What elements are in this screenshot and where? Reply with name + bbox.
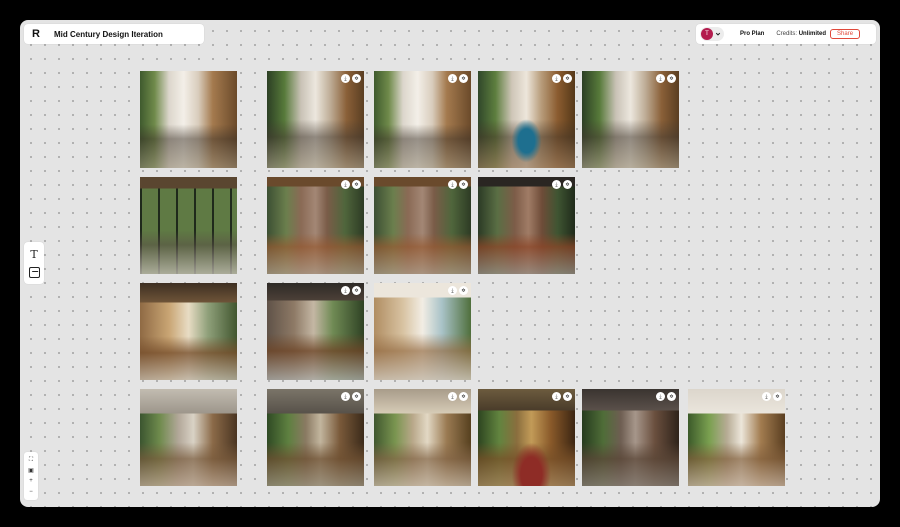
interior-render (140, 283, 237, 380)
interior-render (267, 177, 364, 274)
source-image-1[interactable] (140, 71, 237, 168)
fit-view-icon[interactable]: ⛶ (29, 457, 33, 463)
remix-icon[interactable]: ✲ (459, 180, 468, 189)
remix-icon[interactable]: ✲ (459, 74, 468, 83)
account-bar: T Pro Plan Credits: Unlimited Share (696, 24, 876, 44)
download-icon[interactable]: ⤓ (341, 286, 350, 295)
remix-icon[interactable]: ✲ (352, 74, 361, 83)
interior-render (140, 177, 237, 274)
download-icon[interactable]: ⤓ (552, 180, 561, 189)
generated-image[interactable]: ⤓ ✲ (688, 389, 785, 486)
download-icon[interactable]: ⤓ (448, 392, 457, 401)
interior-render (688, 389, 785, 486)
share-button[interactable]: Share (830, 29, 861, 39)
generated-image[interactable]: ⤓ ✲ (374, 283, 471, 380)
generated-image[interactable]: ⤓ ✲ (374, 71, 471, 168)
app-logo[interactable]: R (32, 28, 48, 40)
image-actions: ⤓ ✲ (448, 286, 468, 295)
tool-palette: T (24, 242, 44, 284)
remix-icon[interactable]: ✲ (352, 180, 361, 189)
canvas[interactable]: R Mid Century Design Iteration T Pro Pla… (20, 20, 880, 507)
image-actions: ⤓ ✲ (552, 74, 572, 83)
generated-image[interactable]: ⤓ ✲ (267, 389, 364, 486)
image-actions: ⤓ ✲ (341, 180, 361, 189)
interior-render (374, 177, 471, 274)
generated-image[interactable]: ⤓ ✲ (267, 177, 364, 274)
image-actions: ⤓ ✲ (341, 286, 361, 295)
text-tool-icon[interactable]: T (30, 248, 37, 261)
interior-render (478, 71, 575, 168)
remix-icon[interactable]: ✲ (773, 392, 782, 401)
remix-icon[interactable]: ✲ (667, 392, 676, 401)
interior-render (478, 177, 575, 274)
interior-render (374, 389, 471, 486)
image-actions: ⤓ ✲ (448, 74, 468, 83)
generated-image[interactable]: ⤓ ✲ (582, 389, 679, 486)
generated-image[interactable]: ⤓ ✲ (478, 389, 575, 486)
download-icon[interactable]: ⤓ (341, 74, 350, 83)
download-icon[interactable]: ⤓ (552, 74, 561, 83)
zoom-controls: ⛶ ▣ + − (24, 452, 38, 500)
generated-image[interactable]: ⤓ ✲ (267, 71, 364, 168)
project-title[interactable]: Mid Century Design Iteration (54, 30, 163, 39)
interior-render (267, 71, 364, 168)
image-tool-icon[interactable] (28, 267, 40, 278)
interior-render (582, 389, 679, 486)
download-icon[interactable]: ⤓ (656, 392, 665, 401)
generated-image[interactable]: ⤓ ✲ (267, 283, 364, 380)
generated-image[interactable]: ⤓ ✲ (374, 389, 471, 486)
download-icon[interactable]: ⤓ (448, 180, 457, 189)
remix-icon[interactable]: ✲ (459, 286, 468, 295)
plan-label[interactable]: Pro Plan (740, 31, 764, 37)
interior-render (267, 283, 364, 380)
download-icon[interactable]: ⤓ (762, 392, 771, 401)
project-header: R Mid Century Design Iteration (24, 24, 204, 44)
source-image-3[interactable] (140, 283, 237, 380)
image-actions: ⤓ ✲ (552, 392, 572, 401)
generated-image[interactable]: ⤓ ✲ (582, 71, 679, 168)
remix-icon[interactable]: ✲ (563, 180, 572, 189)
image-actions: ⤓ ✲ (552, 180, 572, 189)
generated-image[interactable]: ⤓ ✲ (478, 177, 575, 274)
interior-render (140, 389, 237, 486)
source-image-4[interactable] (140, 389, 237, 486)
remix-icon[interactable]: ✲ (352, 286, 361, 295)
download-icon[interactable]: ⤓ (448, 74, 457, 83)
interior-render (374, 71, 471, 168)
download-icon[interactable]: ⤓ (341, 180, 350, 189)
generated-image[interactable]: ⤓ ✲ (478, 71, 575, 168)
chevron-down-icon[interactable] (715, 31, 721, 37)
zoom-in-icon[interactable]: + (29, 478, 33, 484)
image-actions: ⤓ ✲ (448, 180, 468, 189)
image-actions: ⤓ ✲ (448, 392, 468, 401)
remix-icon[interactable]: ✲ (667, 74, 676, 83)
interior-render (374, 283, 471, 380)
remix-icon[interactable]: ✲ (459, 392, 468, 401)
interior-render (478, 389, 575, 486)
source-image-2[interactable] (140, 177, 237, 274)
download-icon[interactable]: ⤓ (552, 392, 561, 401)
download-icon[interactable]: ⤓ (448, 286, 457, 295)
interior-render (267, 389, 364, 486)
image-actions: ⤓ ✲ (341, 74, 361, 83)
remix-icon[interactable]: ✲ (563, 392, 572, 401)
lock-icon[interactable]: ▣ (28, 468, 34, 474)
image-actions: ⤓ ✲ (762, 392, 782, 401)
user-menu[interactable]: T (700, 27, 724, 41)
credits-label: Credits: (776, 31, 798, 37)
generated-image[interactable]: ⤓ ✲ (374, 177, 471, 274)
zoom-out-icon[interactable]: − (29, 489, 33, 495)
image-actions: ⤓ ✲ (656, 392, 676, 401)
credits-info: Credits: Unlimited (776, 31, 826, 37)
image-actions: ⤓ ✲ (656, 74, 676, 83)
avatar[interactable]: T (701, 28, 713, 40)
remix-icon[interactable]: ✲ (563, 74, 572, 83)
download-icon[interactable]: ⤓ (341, 392, 350, 401)
credits-value: Unlimited (798, 31, 827, 37)
remix-icon[interactable]: ✲ (352, 392, 361, 401)
image-actions: ⤓ ✲ (341, 392, 361, 401)
interior-render (582, 71, 679, 168)
download-icon[interactable]: ⤓ (656, 74, 665, 83)
interior-render (140, 71, 237, 168)
